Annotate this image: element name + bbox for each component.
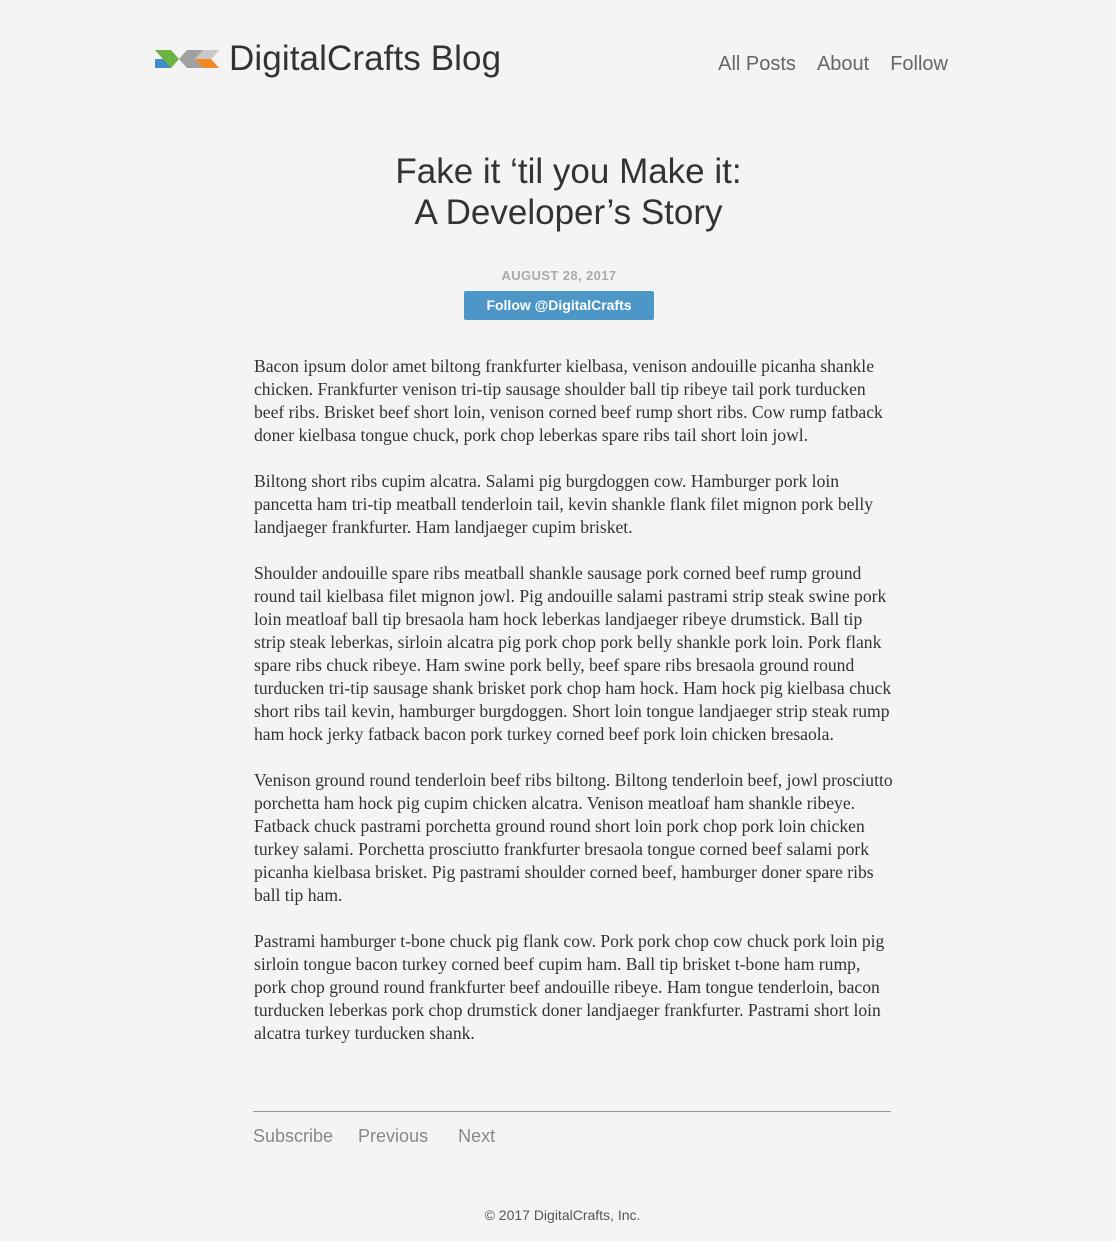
follow-digitalcrafts-button[interactable]: Follow @DigitalCrafts: [464, 291, 654, 320]
previous-post-link[interactable]: Previous: [358, 1125, 428, 1147]
post-paragraph: Bacon ipsum dolor amet biltong frankfurt…: [254, 356, 883, 445]
brand-link[interactable]: DigitalCrafts Blog: [155, 36, 501, 82]
post-paragraph: Venison ground round tenderloin beef rib…: [254, 770, 893, 905]
post-paragraph: Pastrami hamburger t-bone chuck pig flan…: [254, 931, 885, 1043]
site-header: DigitalCrafts Blog All Posts About Follo…: [155, 36, 948, 86]
post-paragraph: Shoulder andouille spare ribs meatball s…: [254, 563, 892, 744]
post-date: AUGUST 28, 2017: [501, 268, 617, 283]
post-title-line-1: Fake it ‘til you Make it:: [395, 152, 742, 191]
post-title: Fake it ‘til you Make it: A Developer’s …: [0, 151, 1116, 233]
copyright: © 2017 DigitalCrafts, Inc.: [484, 1207, 641, 1223]
digitalcrafts-logo-icon: [155, 50, 219, 68]
nav-about[interactable]: About: [817, 50, 869, 78]
subscribe-link[interactable]: Subscribe: [253, 1125, 333, 1147]
next-post-link[interactable]: Next: [458, 1125, 495, 1147]
post-paragraph: Biltong short ribs cupim alcatra. Salami…: [254, 471, 874, 537]
post-footer-nav: Subscribe Previous Next: [253, 1111, 891, 1147]
post-title-line-2: A Developer’s Story: [414, 193, 723, 232]
nav-all-posts[interactable]: All Posts: [718, 50, 796, 78]
post-body: Bacon ipsum dolor amet biltong frankfurt…: [254, 355, 894, 1068]
nav-follow[interactable]: Follow: [890, 50, 948, 78]
site-title: DigitalCrafts Blog: [229, 39, 502, 78]
main-nav: All Posts About Follow: [718, 50, 948, 78]
